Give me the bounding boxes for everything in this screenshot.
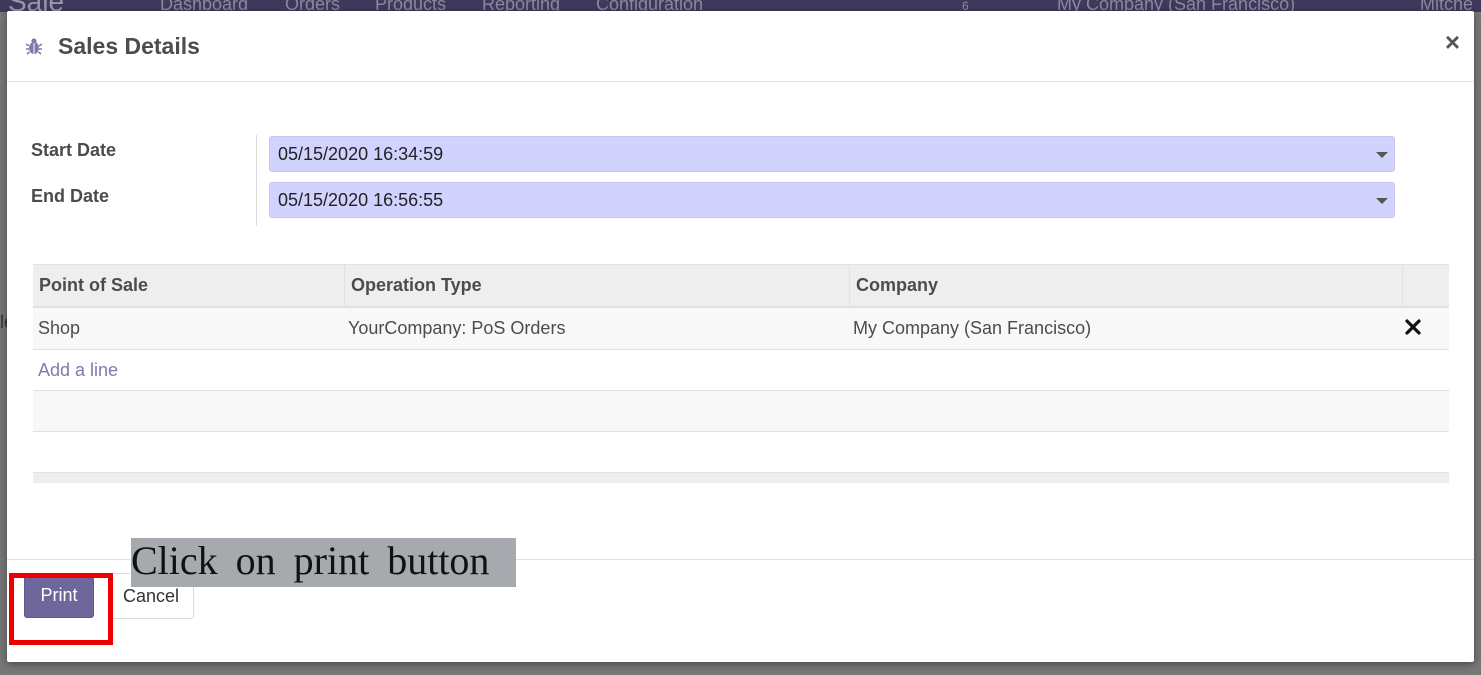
start-date-value: 05/15/2020 16:34:59 <box>278 144 444 164</box>
cell-operation-type[interactable]: YourCompany: PoS Orders <box>348 308 565 349</box>
end-date-value: 05/15/2020 16:56:55 <box>278 190 444 210</box>
end-date-field[interactable]: 05/15/2020 16:56:55 <box>269 182 1395 218</box>
instruction-caption: Click on print button <box>131 538 516 587</box>
cell-point-of-sale[interactable]: Shop <box>38 308 80 349</box>
chevron-down-icon[interactable] <box>1376 198 1388 204</box>
add-line-row: Add a line <box>33 350 1449 391</box>
start-date-field[interactable]: 05/15/2020 16:34:59 <box>269 136 1395 172</box>
cell-company[interactable]: My Company (San Francisco) <box>853 308 1091 349</box>
column-header-point-of-sale[interactable]: Point of Sale <box>33 265 344 306</box>
table-row[interactable]: Shop YourCompany: PoS Orders My Company … <box>33 308 1449 350</box>
column-header-actions <box>1402 265 1449 306</box>
dialog-title: Sales Details <box>58 33 200 59</box>
start-date-label: Start Date <box>31 140 117 160</box>
table-header: Point of Sale Operation Type Company <box>33 264 1449 308</box>
label-separator <box>256 135 257 226</box>
chevron-down-icon[interactable] <box>1376 152 1388 158</box>
print-button[interactable]: Print <box>24 573 94 618</box>
delete-row-icon[interactable] <box>1405 318 1421 336</box>
column-header-operation-type[interactable]: Operation Type <box>344 265 849 306</box>
add-a-line-link[interactable]: Add a line <box>38 350 118 390</box>
end-date-label: End Date <box>31 186 110 206</box>
empty-row <box>33 391 1449 432</box>
close-button[interactable]: × <box>1445 29 1460 55</box>
column-header-company[interactable]: Company <box>849 265 1402 306</box>
dialog-header: Sales Details × <box>7 11 1474 82</box>
bug-icon <box>25 38 43 55</box>
table-footer <box>33 472 1449 483</box>
